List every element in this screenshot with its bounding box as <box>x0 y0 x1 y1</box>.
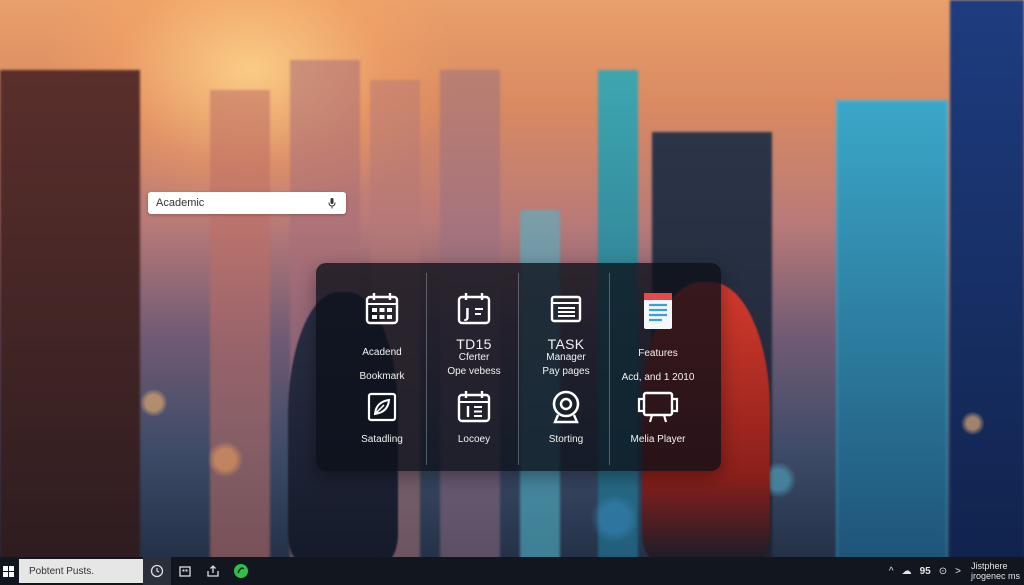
tile-label: Cferter <box>458 352 490 363</box>
tile-label: Acadend <box>362 347 402 358</box>
clock-line-2: jrogenec ms <box>970 571 1020 581</box>
tile-label: Storting <box>548 434 584 445</box>
windows-start-icon[interactable] <box>0 557 17 585</box>
circle-clock-icon[interactable] <box>143 557 171 585</box>
taskbar-search-box[interactable]: Pobtent Pusts. <box>19 559 143 583</box>
calendar-grid-icon <box>365 293 399 325</box>
tile-academic-bookmark[interactable]: Acadend Bookmark <box>334 291 430 383</box>
tile-sublabel: Bookmark <box>359 371 405 382</box>
tile-label: Locoey <box>457 434 491 445</box>
tile-sublabel: Acd, and 1 2010 <box>621 372 695 383</box>
taskbar-search-text: Pobtent Pusts. <box>29 565 95 577</box>
tray-arrow-icon[interactable]: > <box>951 566 965 577</box>
tile-label: Satadling <box>361 434 403 445</box>
tile-title: TASK <box>547 336 585 352</box>
system-tray: ^ ☁ 95 ⊙ > Jistphere jrogenec ms <box>885 557 1024 585</box>
tile-task-manager[interactable]: TASK Manager Pay pages <box>518 291 614 378</box>
webcam-icon <box>552 390 580 424</box>
tile-label: Manager <box>546 352 586 363</box>
tile-td15-center[interactable]: J TD15 Cferter Ope vebess <box>426 291 522 378</box>
tile-sublabel: Ope vebess <box>447 366 501 377</box>
tile-title: TD15 <box>456 336 492 352</box>
search-input[interactable] <box>156 197 326 209</box>
calendar-j-icon: J <box>457 293 491 325</box>
tile-media-player[interactable]: Melia Player <box>610 389 706 446</box>
tile-label: Features <box>638 348 678 359</box>
taskbar-clock[interactable]: Jistphere jrogenec ms <box>971 561 1020 581</box>
clock-line-1: Jistphere <box>970 561 1008 571</box>
list-icon <box>550 295 582 323</box>
media-player-icon <box>637 391 679 423</box>
tile-locoey[interactable]: Locoey <box>426 389 522 446</box>
tile-features[interactable]: Features Acd, and 1 2010 <box>610 291 706 384</box>
calendar-1e-icon <box>457 391 491 423</box>
tray-chevron-icon[interactable]: ^ <box>885 566 898 577</box>
leaf-icon <box>367 392 397 422</box>
taskbar: Pobtent Pusts. ^ ☁ 95 ⊙ > Jistphere jrog… <box>0 557 1024 585</box>
store-icon[interactable] <box>171 557 199 585</box>
document-icon <box>644 293 672 329</box>
svg-text:J: J <box>464 307 470 322</box>
tile-scheduling[interactable]: Satadling <box>334 391 430 446</box>
green-app-icon[interactable] <box>227 557 255 585</box>
tile-storting[interactable]: Storting <box>518 389 614 446</box>
tray-cloud-icon[interactable]: ☁ <box>898 566 916 577</box>
tile-label: Melia Player <box>630 434 686 445</box>
search-box[interactable] <box>148 192 346 214</box>
upload-icon[interactable] <box>199 557 227 585</box>
tile-sublabel: Pay pages <box>542 366 590 377</box>
mic-icon[interactable] <box>326 196 338 210</box>
tray-volume-icon[interactable]: ⊙ <box>935 566 951 577</box>
tray-indicator[interactable]: 95 <box>916 566 935 577</box>
app-launcher-panel: Acadend Bookmark J TD15 Cferter Ope vebe… <box>316 263 721 471</box>
